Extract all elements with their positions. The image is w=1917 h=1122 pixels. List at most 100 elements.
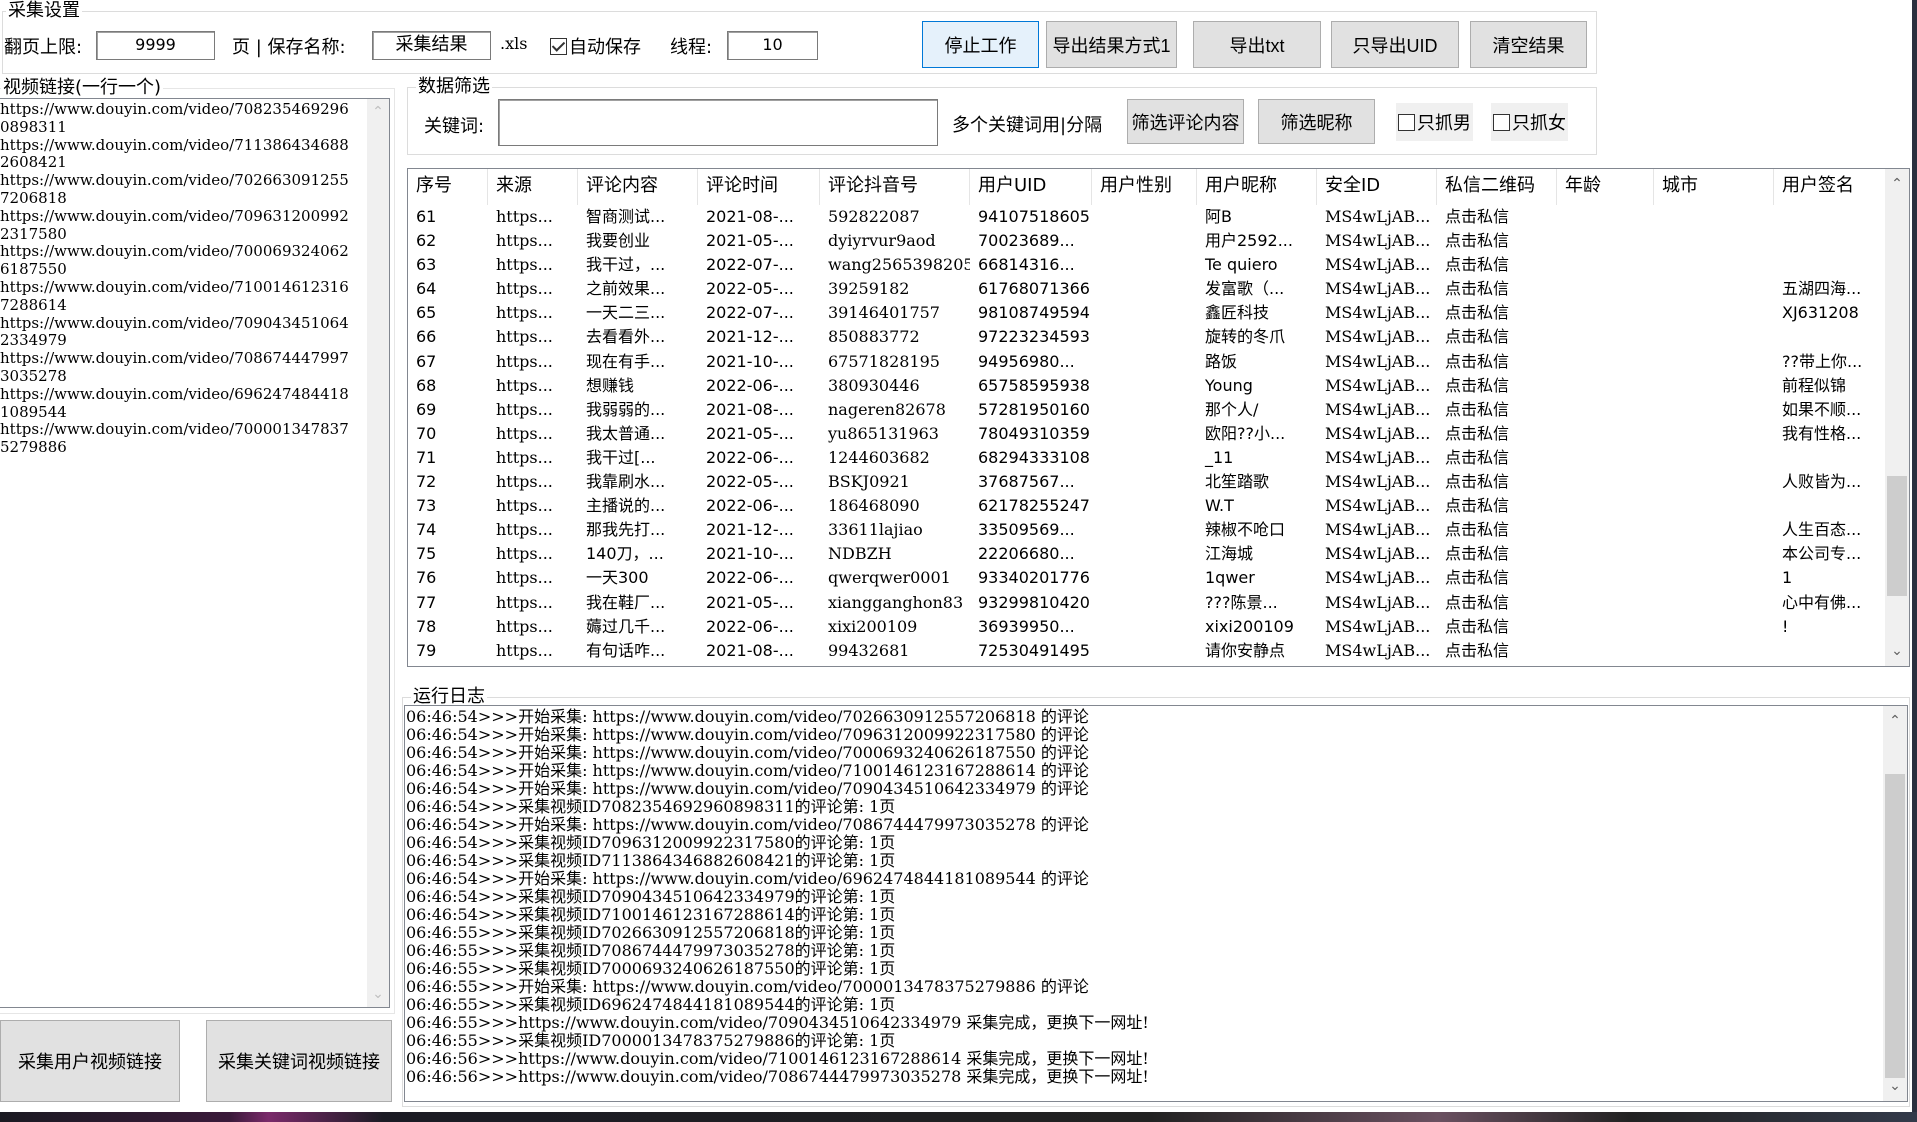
column-header[interactable]: 用户签名: [1774, 169, 1886, 205]
column-header[interactable]: 年龄: [1557, 169, 1654, 205]
scroll-up-icon[interactable]: ⌃: [1885, 173, 1909, 195]
table-cell: 想赚钱: [586, 375, 635, 395]
links-scrollbar[interactable]: ⌃ ⌄: [367, 99, 389, 1007]
log-scrollbar[interactable]: ⌃ ⌄: [1883, 706, 1907, 1101]
column-header[interactable]: 安全ID: [1317, 169, 1437, 205]
table-row[interactable]: 76 https... 一天300 2022-06-... qwerqwer0001 93…: [408, 566, 1886, 590]
column-header[interactable]: 评论抖音号: [820, 169, 970, 205]
table-row[interactable]: 73 https... 主播说的... 2022-06-... 186468090 621…: [408, 494, 1886, 518]
column-header[interactable]: 序号: [408, 169, 488, 205]
results-table[interactable]: 序号 来源 评论内容 评论时间 评论抖音号 用户UID 用户性别 用户昵称 安全ID 私信二维码年…: [407, 168, 1910, 667]
scroll-up-icon[interactable]: ⌃: [1883, 710, 1907, 732]
table-cell: 北笙踏歌: [1205, 472, 1270, 492]
filter-comment-button[interactable]: 筛选评论内容: [1127, 99, 1244, 144]
column-header[interactable]: 评论内容: [578, 169, 698, 205]
scroll-down-icon[interactable]: ⌄: [1883, 1075, 1907, 1097]
table-cell: [1092, 350, 1197, 374]
column-header[interactable]: 用户UID: [970, 169, 1092, 205]
table-row[interactable]: 74 https... 那我先打... 2021-12-... 33611lajiao 3…: [408, 518, 1886, 542]
scroll-up-icon[interactable]: ⌃: [367, 101, 389, 123]
table-row[interactable]: 70 https... 我太普通... 2021-05-... yu865131963 7…: [408, 422, 1886, 446]
only-female-checkbox[interactable]: 只抓女: [1491, 103, 1568, 141]
table-cell: 2022-07-...: [706, 303, 794, 323]
page-limit-input[interactable]: 9999: [96, 31, 215, 60]
table-cell: 22206680...: [978, 544, 1075, 564]
links-text[interactable]: https://www.douyin.com/video/70823546929…: [0, 101, 365, 457]
table-cell: 62: [416, 231, 437, 251]
column-header[interactable]: 用户性别: [1092, 169, 1197, 205]
table-cell: 辣椒不呛口: [1205, 520, 1286, 540]
table-row[interactable]: 64 https... 之前效果... 2022-05-... 39259182 6176…: [408, 277, 1886, 301]
table-row[interactable]: 63 https... 我干过，... 2022-07-... wang25653982…: [408, 253, 1886, 277]
save-name-input[interactable]: 采集结果: [372, 31, 491, 60]
table-cell: 本公司专...: [1782, 544, 1862, 564]
table-cell: wang2565398205: [828, 255, 970, 275]
table-cell: MS4wLjAB...: [1325, 231, 1431, 251]
clear-results-button[interactable]: 清空结果: [1470, 21, 1587, 68]
table-cell: qwerqwer0001: [828, 568, 951, 588]
table-cell: MS4wLjAB...: [1325, 496, 1431, 516]
table-cell: 有句话咋...: [586, 640, 666, 660]
log-line: 06:46:54>>>开始采集: https://www.douyin.com/…: [406, 779, 1089, 798]
log-textarea[interactable]: 06:46:54>>>开始采集: https://www.douyin.com/…: [404, 705, 1908, 1102]
table-row[interactable]: 78 https... 薅过几千... 2022-06-... xixi200109 36…: [408, 615, 1886, 639]
table-cell: [1654, 542, 1774, 566]
threads-input[interactable]: 10: [727, 31, 818, 60]
table-cell: MS4wLjAB...: [1325, 616, 1431, 636]
table-cell: 67571828195: [828, 351, 940, 371]
table-row[interactable]: 68 https... 想赚钱 2022-06-... 380930446 6575859…: [408, 374, 1886, 398]
collect-user-videos-button[interactable]: 采集用户视频链接: [0, 1020, 180, 1102]
keyword-input[interactable]: [498, 99, 938, 146]
table-cell: https...: [496, 640, 553, 660]
export-uid-only-button[interactable]: 只导出UID: [1331, 21, 1459, 68]
export-txt-button[interactable]: 导出txt: [1193, 21, 1321, 68]
table-row[interactable]: 62 https... 我要创业 2021-05-... dyiyrvur9aod 700…: [408, 229, 1886, 253]
table-row[interactable]: 66 https... 去看看外... 2021-12-... 850883772 972…: [408, 325, 1886, 349]
log-line: 06:46:55>>>采集视频ID6962474844181089544的评论第…: [406, 995, 896, 1014]
table-cell: 现在有手...: [586, 351, 666, 371]
table-cell: [1654, 566, 1774, 590]
table-scroll-thumb[interactable]: [1887, 475, 1907, 596]
collect-keyword-videos-button[interactable]: 采集关键词视频链接: [206, 1020, 392, 1102]
export-mode1-button[interactable]: 导出结果方式1: [1046, 21, 1177, 68]
links-textarea[interactable]: https://www.douyin.com/video/70823546929…: [0, 98, 390, 1008]
only-male-label: 只抓男: [1417, 113, 1471, 134]
column-header[interactable]: 用户昵称: [1197, 169, 1317, 205]
auto-save-checkbox[interactable]: 自动保存: [550, 33, 641, 59]
column-header[interactable]: 评论时间: [698, 169, 820, 205]
table-cell: 97223234593: [978, 327, 1090, 347]
stop-work-button[interactable]: 停止工作: [922, 21, 1039, 68]
table-scrollbar[interactable]: ⌃ ⌄: [1885, 169, 1909, 666]
table-row[interactable]: 65 https... 一天二三... 2022-07-... 39146401757 9…: [408, 301, 1886, 325]
table-cell: [1092, 253, 1197, 277]
table-row[interactable]: 79 https... 有句话咋... 2021-08-... 99432681 7253…: [408, 639, 1886, 663]
log-line: 06:46:54>>>开始采集: https://www.douyin.com/…: [406, 743, 1089, 762]
scroll-down-icon[interactable]: ⌄: [367, 983, 389, 1005]
page-limit-label: 翻页上限:: [4, 37, 83, 58]
table-cell: 93299810420: [978, 592, 1090, 612]
table-cell: [1092, 398, 1197, 422]
table-row[interactable]: 69 https... 我弱弱的... 2021-08-... nageren82678…: [408, 398, 1886, 422]
column-header[interactable]: 私信二维码: [1437, 169, 1557, 205]
filter-nickname-button[interactable]: 筛选昵称: [1258, 99, 1375, 144]
only-male-checkbox[interactable]: 只抓男: [1396, 103, 1473, 141]
table-row[interactable]: 75 https... 140刀，... 2021-10-... NDBZH 222066…: [408, 542, 1886, 566]
log-scroll-thumb[interactable]: [1885, 774, 1905, 1078]
table-row[interactable]: 72 https... 我靠刷水... 2022-05-... BSKJ0921 3768…: [408, 470, 1886, 494]
table-row[interactable]: 61 https... 智商测试... 2021-08-... 592822087 941…: [408, 205, 1886, 229]
table-cell: [1654, 494, 1774, 518]
table-cell: 阿B: [1205, 207, 1232, 226]
table-row[interactable]: 67 https... 现在有手... 2021-10-... 67571828195 9…: [408, 350, 1886, 374]
column-header[interactable]: 来源: [488, 169, 578, 205]
table-cell: xixi200109: [828, 616, 918, 636]
table-cell: [1654, 229, 1774, 253]
table-cell: 72530491495: [978, 640, 1090, 660]
table-row[interactable]: 77 https... 我在鞋厂... 2021-05-... xiangganghon…: [408, 591, 1886, 615]
table-row[interactable]: 71 https... 我干过[... 2022-06-... 1244603682 68…: [408, 446, 1886, 470]
table-cell: 那我先打...: [586, 520, 666, 540]
table-cell: 点击私信: [1445, 231, 1510, 251]
table-cell: 77: [416, 592, 437, 612]
column-header[interactable]: 城市: [1654, 169, 1774, 205]
log-line: 06:46:54>>>采集视频ID7082354692960898311的评论第…: [406, 797, 896, 816]
scroll-down-icon[interactable]: ⌄: [1885, 640, 1909, 662]
